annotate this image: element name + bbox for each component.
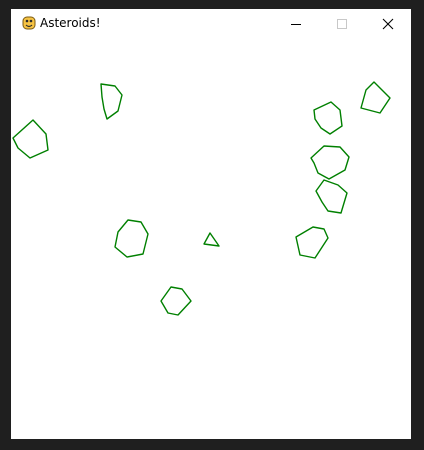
close-button[interactable]	[365, 9, 411, 39]
asteroid	[12, 119, 49, 159]
player-ship	[203, 232, 220, 247]
maximize-icon	[337, 19, 347, 29]
close-icon	[382, 18, 394, 30]
asteroid	[114, 219, 149, 258]
asteroid	[310, 145, 350, 180]
asteroid	[360, 81, 391, 114]
asteroid	[160, 286, 192, 316]
asteroid	[313, 101, 343, 135]
maximize-button[interactable]	[319, 9, 365, 39]
python-snake-icon	[22, 16, 36, 30]
game-field	[12, 81, 391, 316]
title-bar[interactable]: Asteroids!	[11, 9, 411, 39]
game-canvas[interactable]	[11, 39, 411, 439]
game-window: Asteroids!	[11, 9, 411, 439]
asteroid	[315, 179, 348, 214]
asteroid	[295, 226, 329, 259]
minimize-icon	[291, 24, 301, 25]
asteroid	[100, 83, 123, 120]
minimize-button[interactable]	[273, 9, 319, 39]
window-title: Asteroids!	[40, 16, 101, 30]
